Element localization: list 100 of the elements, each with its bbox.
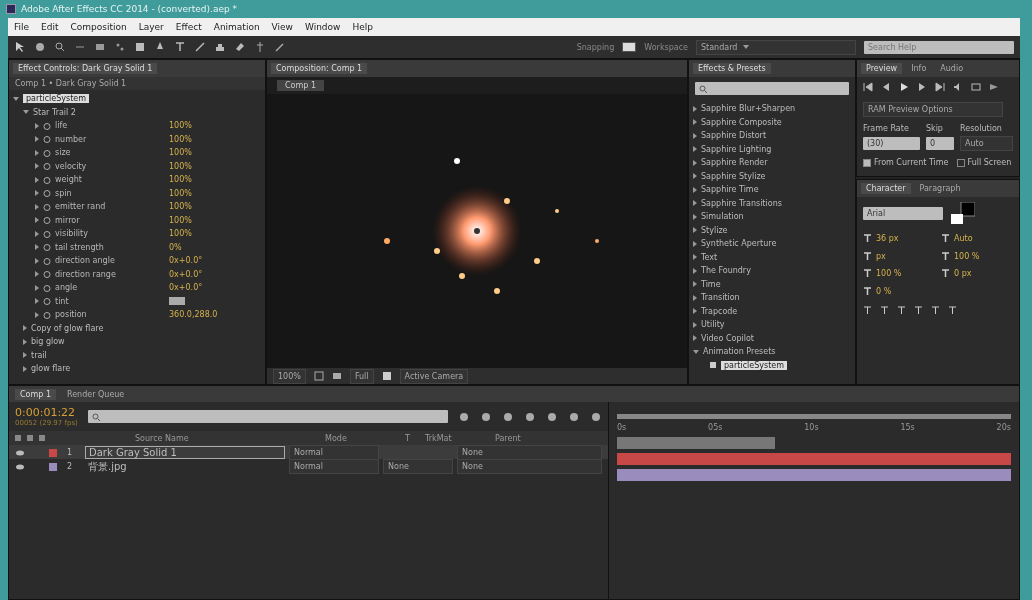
- frame-rate-field[interactable]: (30): [863, 137, 920, 150]
- category-label[interactable]: Animation Presets: [703, 347, 776, 357]
- stroke-width-field[interactable]: px: [876, 251, 886, 261]
- disclosure-icon[interactable]: [693, 294, 697, 301]
- property-value[interactable]: 360.0,288.0: [169, 310, 218, 320]
- category-label[interactable]: Sapphire Distort: [701, 131, 766, 141]
- disclosure-icon[interactable]: [693, 254, 697, 261]
- group-label[interactable]: big glow: [31, 337, 65, 347]
- group-label[interactable]: Star Trail 2: [33, 107, 76, 117]
- grid-icon[interactable]: [313, 371, 324, 381]
- horizontal-scale-field[interactable]: 100 %: [876, 269, 902, 279]
- menu-item[interactable]: Edit: [41, 22, 59, 32]
- disclosure-icon[interactable]: [693, 159, 697, 166]
- disclosure-icon[interactable]: [693, 267, 697, 274]
- disclosure-icon[interactable]: [693, 240, 697, 247]
- text-icon[interactable]: [174, 41, 186, 53]
- disclosure-icon[interactable]: [693, 213, 697, 220]
- category-label[interactable]: The Foundry: [701, 266, 751, 276]
- category-label[interactable]: Sapphire Time: [701, 185, 759, 195]
- disclosure-icon[interactable]: [693, 308, 697, 315]
- label-color-icon[interactable]: [49, 448, 57, 457]
- timeline-tab[interactable]: Render Queue: [62, 388, 130, 400]
- eraser-icon[interactable]: [234, 41, 246, 53]
- effect-name[interactable]: particleSystem: [23, 94, 89, 104]
- disclosure-icon[interactable]: [23, 365, 27, 372]
- zoom-dropdown[interactable]: 100%: [273, 368, 306, 384]
- property-value[interactable]: 100%: [169, 188, 192, 198]
- font-family-field[interactable]: Arial: [863, 206, 943, 220]
- category-label[interactable]: Stylize: [701, 225, 728, 235]
- category-label[interactable]: Time: [701, 279, 721, 289]
- play-icon[interactable]: [899, 82, 909, 92]
- property-value[interactable]: 100%: [169, 148, 192, 158]
- panel-tab[interactable]: Effects & Presets: [693, 63, 771, 74]
- resolution-dropdown[interactable]: Full: [349, 368, 374, 384]
- column-header[interactable]: TrkMat: [425, 433, 495, 443]
- category-label[interactable]: Sapphire Stylize: [701, 171, 766, 181]
- property-value[interactable]: 100%: [169, 215, 192, 225]
- timecode[interactable]: 0:00:01:22: [15, 406, 78, 419]
- disclosure-icon[interactable]: [23, 110, 29, 115]
- fill-stroke-icon[interactable]: [951, 202, 975, 224]
- stamp-icon[interactable]: [214, 41, 226, 53]
- tsume-field[interactable]: 0 %: [876, 286, 892, 296]
- disclosure-icon[interactable]: [693, 321, 697, 328]
- disclosure-icon[interactable]: [23, 352, 27, 359]
- property-value[interactable]: 100%: [169, 202, 192, 212]
- comp-tab[interactable]: Comp 1: [277, 80, 324, 91]
- panel-tab[interactable]: Paragraph: [914, 183, 966, 194]
- previous-frame-icon[interactable]: [881, 82, 891, 92]
- preset-item[interactable]: particleSystem: [721, 360, 787, 370]
- timeline-tab[interactable]: Comp 1: [15, 388, 56, 400]
- disclosure-icon[interactable]: [693, 349, 699, 354]
- disclosure-icon[interactable]: [693, 132, 697, 139]
- track-matte-dropdown[interactable]: None: [383, 459, 453, 474]
- layer-name[interactable]: 背景.jpg: [85, 459, 285, 474]
- pointer-icon[interactable]: [14, 41, 26, 53]
- property-value[interactable]: 100%: [169, 175, 192, 185]
- column-header[interactable]: Parent: [495, 433, 602, 443]
- category-label[interactable]: Sapphire Composite: [701, 117, 782, 127]
- category-label[interactable]: Sapphire Blur+Sharpen: [701, 104, 796, 114]
- layer-search-field[interactable]: [87, 410, 448, 423]
- disclosure-icon[interactable]: [23, 338, 27, 345]
- disclosure-icon[interactable]: [693, 119, 697, 126]
- font-size-field[interactable]: 36 px: [876, 234, 899, 244]
- category-label[interactable]: Synthetic Aperture: [701, 239, 777, 249]
- category-label[interactable]: Utility: [701, 320, 725, 330]
- disclosure-icon[interactable]: [693, 146, 697, 153]
- menu-item[interactable]: File: [14, 22, 30, 32]
- property-value[interactable]: 0x+0.0°: [169, 269, 203, 279]
- panel-tab[interactable]: Audio: [935, 63, 969, 74]
- group-label[interactable]: trail: [31, 350, 47, 360]
- next-frame-icon[interactable]: [917, 82, 927, 92]
- panel-tab[interactable]: Effect Controls: Dark Gray Solid 1: [13, 63, 158, 74]
- panel-tab[interactable]: Info: [906, 63, 932, 74]
- category-label[interactable]: Text: [701, 252, 718, 262]
- from-current-time-checkbox[interactable]: From Current Time: [863, 158, 949, 167]
- property-value[interactable]: 100%: [169, 229, 192, 239]
- brush-icon[interactable]: [194, 41, 206, 53]
- property-value[interactable]: 0%: [169, 242, 182, 252]
- label-color-icon[interactable]: [49, 462, 57, 471]
- effects-search-field[interactable]: [695, 82, 849, 95]
- menu-item[interactable]: Effect: [175, 22, 202, 32]
- last-frame-icon[interactable]: [935, 82, 945, 92]
- category-label[interactable]: Simulation: [701, 212, 744, 222]
- disclosure-icon[interactable]: [23, 325, 27, 332]
- ram-preview-icon[interactable]: [989, 82, 999, 92]
- vertical-scale-field[interactable]: 100 %: [954, 251, 980, 261]
- category-label[interactable]: Sapphire Render: [701, 158, 768, 168]
- menu-item[interactable]: Layer: [138, 22, 164, 32]
- category-label[interactable]: Sapphire Lighting: [701, 144, 772, 154]
- menu-item[interactable]: Animation: [213, 22, 260, 32]
- full-screen-checkbox[interactable]: Full Screen: [956, 158, 1012, 167]
- disclosure-icon[interactable]: [693, 105, 697, 112]
- disclosure-icon[interactable]: [693, 227, 697, 234]
- column-header[interactable]: Mode: [325, 433, 405, 443]
- first-frame-icon[interactable]: [863, 82, 873, 92]
- ram-preview-options-dropdown[interactable]: RAM Preview Options: [863, 102, 1003, 117]
- bold-icon[interactable]: [863, 306, 872, 315]
- search-help-field[interactable]: Search Help: [864, 40, 1014, 54]
- snapshot-icon[interactable]: [331, 371, 342, 381]
- disclosure-icon[interactable]: [693, 335, 697, 342]
